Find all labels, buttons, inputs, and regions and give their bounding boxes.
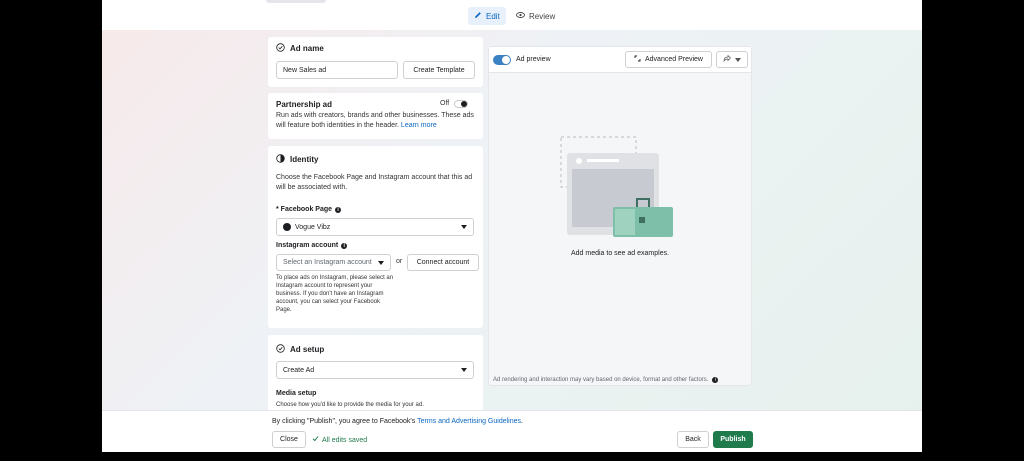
instagram-account-placeholder: Select an Instagram account [283, 259, 372, 266]
partnership-description: Run ads with creators, brands and other … [276, 111, 476, 131]
info-icon: i [341, 242, 348, 249]
ad-setup-heading: Ad setup [276, 344, 324, 355]
partnership-title: Partnership ad [276, 100, 333, 109]
tab-review[interactable]: Review [510, 7, 561, 25]
identity-heading: Identity [276, 154, 318, 165]
ad-setup-title: Ad setup [290, 345, 325, 354]
terms-suffix: . [521, 418, 523, 425]
half-circle-icon [276, 154, 285, 165]
terms-prefix: By clicking "Publish", you agree to Face… [272, 418, 416, 425]
ad-setup-panel: Ad setup Create Ad Media setup Choose ho… [268, 335, 483, 413]
preview-disclaimer: Ad rendering and interaction may vary ba… [493, 377, 719, 383]
info-icon: i [335, 206, 342, 213]
check-icon [312, 435, 319, 446]
ad-format-value: Create Ad [283, 366, 315, 374]
pencil-icon [474, 11, 482, 21]
create-template-button[interactable]: Create Template [403, 61, 475, 79]
partnership-toggle-label: Off [440, 100, 450, 107]
ad-name-panel: Ad name New Sales ad Create Template [268, 37, 483, 87]
empty-media-illustration [553, 135, 683, 243]
preview-disclaimer-text: Ad rendering and interaction may vary ba… [493, 377, 709, 383]
chevron-down-icon [461, 368, 467, 372]
advanced-preview-button[interactable]: Advanced Preview [625, 51, 712, 68]
terms-link[interactable]: Terms and Advertising Guidelines [417, 418, 521, 425]
top-bar: Edit Review [102, 0, 922, 30]
chevron-down-icon [461, 225, 467, 229]
tab-review-label: Review [529, 11, 556, 21]
partnership-panel: Partnership ad Off Run ads with creators… [268, 93, 483, 139]
facebook-page-label: * Facebook Page i [276, 206, 342, 213]
terms-notice: By clicking "Publish", you agree to Face… [272, 417, 523, 427]
media-setup-label: Media setup [276, 390, 317, 397]
partnership-description-text: Run ads with creators, brands and other … [276, 112, 474, 129]
advanced-preview-label: Advanced Preview [645, 56, 703, 63]
empty-preview-text: Add media to see ad examples. [570, 250, 670, 257]
ad-name-title: Ad name [290, 44, 324, 53]
expand-icon [634, 55, 641, 64]
ad-preview-label: Ad preview [516, 56, 551, 63]
ad-name-input[interactable]: New Sales ad [276, 61, 398, 79]
save-status-text: All edits saved [322, 436, 368, 444]
instagram-account-select[interactable]: Select an Instagram account [276, 254, 391, 271]
share-icon [723, 54, 731, 64]
ad-preview-toggle[interactable] [493, 55, 511, 65]
identity-description: Choose the Facebook Page and Instagram a… [276, 174, 473, 191]
facebook-page-select[interactable]: Vogue Vibz [276, 218, 474, 236]
tab-edit-label: Edit [486, 11, 500, 21]
tab-edit[interactable]: Edit [468, 7, 506, 25]
ads-manager-window: Edit Review Ad name New Sales ad Create … [102, 0, 922, 452]
instagram-account-label: Instagram account i [276, 242, 348, 249]
media-setup-description: Choose how you'd like to provide the med… [276, 402, 424, 408]
share-menu-button[interactable] [716, 51, 748, 68]
instagram-account-label-text: Instagram account [276, 242, 339, 249]
top-tab-indicator [266, 0, 326, 3]
publish-button[interactable]: Publish [713, 431, 753, 448]
identity-panel: Identity Choose the Facebook Page and In… [268, 146, 483, 328]
close-button[interactable]: Close [272, 431, 306, 448]
check-circle-icon [276, 43, 285, 54]
or-text: or [396, 258, 403, 265]
info-icon: i [712, 377, 719, 383]
chevron-down-icon [378, 260, 384, 265]
ad-name-heading: Ad name [276, 43, 324, 54]
facebook-page-label-text: * Facebook Page [276, 206, 333, 213]
eye-icon [516, 11, 525, 21]
check-circle-icon [276, 344, 285, 355]
connect-account-button[interactable]: Connect account [407, 254, 479, 271]
preview-panel: Ad preview Advanced Preview Add media to… [488, 46, 752, 386]
ad-format-select[interactable]: Create Ad [276, 361, 474, 379]
back-button[interactable]: Back [677, 431, 709, 448]
facebook-page-value: Vogue Vibz [295, 223, 331, 231]
toggle-knob [502, 56, 510, 64]
partnership-toggle[interactable] [454, 100, 468, 108]
instagram-help-text: To place ads on Instagram, please select… [276, 275, 394, 313]
learn-more-link[interactable]: Learn more [401, 122, 437, 129]
chevron-down-icon [735, 57, 741, 62]
page-avatar-icon [283, 223, 291, 231]
identity-title: Identity [290, 155, 319, 164]
save-status: All edits saved [312, 435, 367, 446]
footer-bar: By clicking "Publish", you agree to Face… [102, 410, 922, 452]
